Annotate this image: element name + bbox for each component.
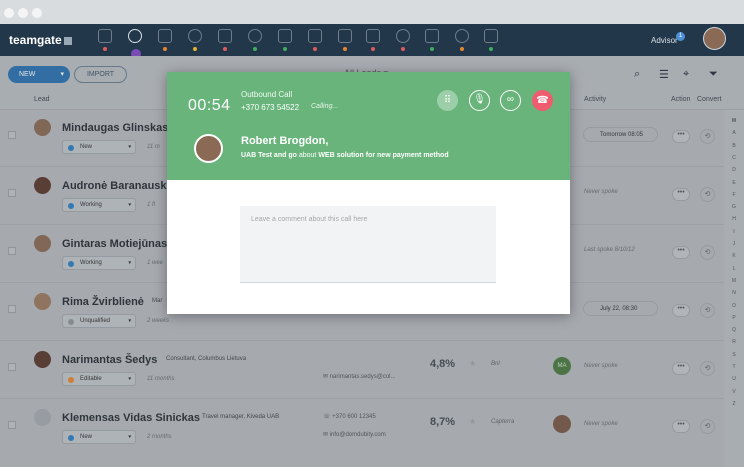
comment-placeholder: Leave a comment about this call here: [251, 216, 368, 223]
call-direction: Outbound Call: [241, 90, 293, 99]
user-avatar[interactable]: [703, 27, 726, 50]
nav-icon-notes[interactable]: [308, 29, 322, 43]
advisor-label[interactable]: Advisor: [651, 36, 678, 45]
about-word: about: [298, 152, 317, 159]
call-status: Calling...: [311, 103, 339, 110]
nav-indicator-dot: [283, 47, 287, 51]
nav-icon-calendar[interactable]: [425, 29, 439, 43]
call-comment-input[interactable]: Leave a comment about this call here: [240, 206, 496, 283]
nav-indicator-dot: [193, 47, 197, 51]
nav-indicator-dot: [253, 47, 257, 51]
nav-icon-deals[interactable]: [218, 29, 232, 43]
contact-context: UAB Test and go about WEB solution for n…: [241, 152, 449, 159]
contact-deal[interactable]: WEB solution for new payment method: [318, 152, 448, 159]
logo-mark: [63, 36, 72, 45]
nav-indicator-dot: [343, 47, 347, 51]
top-navbar: teamgate Advisor 1: [0, 24, 744, 56]
nav-icon-companies[interactable]: [188, 29, 202, 43]
nav-indicator-dot: [489, 47, 493, 51]
window-chrome: [0, 0, 744, 24]
nav-icon-reports[interactable]: [455, 29, 469, 43]
nav-icon-documents[interactable]: [338, 29, 352, 43]
nav-indicator-dot: [163, 47, 167, 51]
nav-icon-leads[interactable]: [128, 29, 142, 43]
nav-indicator-dot: [401, 47, 405, 51]
nav-indicator-dot: [460, 47, 464, 51]
voicemail-icon[interactable]: ∞: [500, 90, 521, 111]
nav-icon-time[interactable]: [396, 29, 410, 43]
contact-avatar: [194, 134, 223, 163]
call-dialog: 00:54 Outbound Call +370 673 54522 Calli…: [167, 72, 570, 314]
nav-icon-edit[interactable]: [484, 29, 498, 43]
contact-company[interactable]: UAB Test and go: [241, 152, 297, 159]
hangup-icon[interactable]: ☎: [532, 90, 553, 111]
nav-indicator-dot: [103, 47, 107, 51]
call-timer: 00:54: [188, 97, 231, 114]
brand-logo[interactable]: teamgate: [9, 33, 72, 47]
window-minimize-dot[interactable]: [18, 8, 28, 18]
nav-indicator-dot: [430, 47, 434, 51]
window-close-dot[interactable]: [4, 8, 14, 18]
call-header: 00:54 Outbound Call +370 673 54522 Calli…: [167, 72, 570, 180]
nav-indicator-dot: [313, 47, 317, 51]
keypad-icon[interactable]: ⠿: [437, 90, 458, 111]
nav-icon-projects[interactable]: [278, 29, 292, 43]
nav-icon-archive[interactable]: [366, 29, 380, 43]
contact-name[interactable]: Robert Brogdon,: [241, 135, 328, 147]
nav-indicator-dot: [223, 47, 227, 51]
advisor-badge: 1: [676, 32, 685, 41]
window-maximize-dot[interactable]: [32, 8, 42, 18]
nav-icon-contacts[interactable]: [158, 29, 172, 43]
mute-icon[interactable]: 🎙︎: [469, 90, 490, 111]
nav-icon-dashboard[interactable]: [98, 29, 112, 43]
nav-indicator-dot: [371, 47, 375, 51]
nav-icon-pipeline[interactable]: [248, 29, 262, 43]
brand-name: teamgate: [9, 33, 62, 47]
call-number: +370 673 54522: [241, 103, 300, 112]
